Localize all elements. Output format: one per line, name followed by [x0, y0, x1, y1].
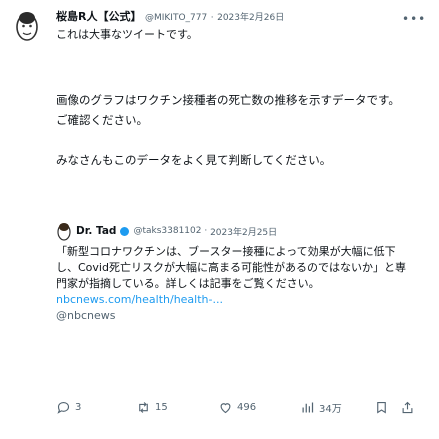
like-count: 496 — [237, 401, 257, 413]
bookmark-icon — [377, 401, 386, 414]
reply-count: 3 — [75, 401, 82, 413]
quote-avatar — [57, 223, 71, 241]
quote-text: 「新型コロナワクチンは、ブースター接種によって効果が大幅に低下し、Covid死亡… — [56, 245, 406, 290]
reply-button[interactable]: 3 — [56, 396, 81, 418]
heart-icon — [220, 402, 231, 413]
tweet-body: 画像のグラフはワクチン接種者の死亡数の推移を示すデータです。 ご確認ください。 — [56, 90, 416, 130]
views-count: 34万 — [319, 403, 342, 415]
verified-badge-icon — [120, 226, 130, 236]
retweet-count: 15 — [155, 401, 168, 413]
retweet-icon — [139, 401, 148, 413]
separator: · — [210, 13, 214, 23]
tweet-date[interactable]: 2023年2月26日 — [217, 13, 284, 23]
avatar[interactable] — [12, 8, 42, 42]
action-bar: 3 15 496 34万 — [56, 396, 416, 418]
quote-author-handle: @taks3381102 — [133, 226, 202, 236]
views-button[interactable]: 34万 — [300, 396, 342, 418]
quote-body[interactable]: 「新型コロナワクチンは、ブースター接種によって効果が大幅に低下し、Covid死亡… — [56, 244, 416, 324]
share-icon — [402, 401, 413, 413]
retweet-button[interactable]: 15 — [136, 396, 168, 418]
tweet: 桜島R人【公式】 @MIKITO_777 · 2023年2月26日 ••• これ… — [0, 0, 439, 439]
quote-author-name: Dr. Tad — [76, 225, 117, 237]
tweet-body-line: ご確認ください。 — [56, 113, 148, 127]
reply-icon — [57, 401, 70, 414]
like-button[interactable]: 496 — [218, 396, 256, 418]
author-name[interactable]: 桜島R人【公式】 — [56, 10, 141, 23]
bookmark-button[interactable] — [374, 396, 393, 418]
quote-date: 2023年2月25日 — [210, 227, 278, 238]
more-options-icon[interactable]: ••• — [402, 12, 426, 26]
share-button[interactable] — [400, 396, 419, 418]
views-icon — [302, 402, 314, 412]
quote-header[interactable]: Dr. Tad @taks3381102 · 2023年2月25日 — [56, 220, 396, 242]
tweet-header: 桜島R人【公式】 @MIKITO_777 · 2023年2月26日 — [56, 10, 396, 25]
quote-source[interactable]: @nbcnews — [56, 308, 416, 324]
quote-link[interactable]: nbcnews.com/health/health-... — [56, 293, 223, 306]
tweet-body-line: みなさんもこのデータをよく見て判断してください。 — [56, 153, 332, 167]
separator: · — [201, 226, 211, 236]
tweet-body-line: 画像のグラフはワクチン接種者の死亡数の推移を示すデータです。 — [56, 93, 400, 107]
tweet-intro: これは大事なツイートです。 — [56, 28, 198, 41]
author-handle[interactable]: @MIKITO_777 — [145, 13, 207, 23]
